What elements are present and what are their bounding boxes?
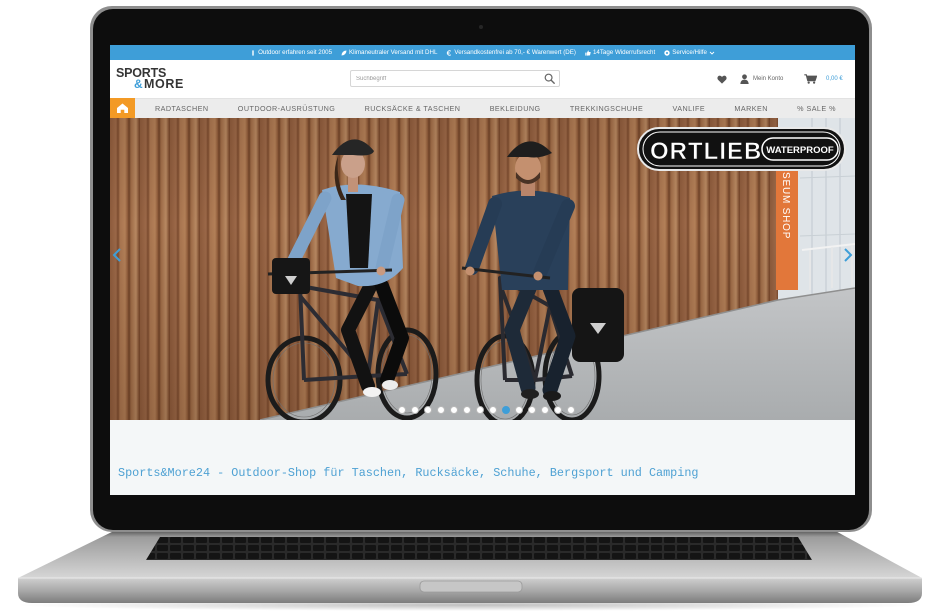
topbar: Outdoor erfahren seit 2005 Klimaneutrale… xyxy=(110,45,855,60)
topbar-item-label: Versandkostenfrei ab 70,- € Warenwert (D… xyxy=(454,49,576,56)
hero-slider[interactable]: SEUM SHOP ORTLIEB WATERPROOF xyxy=(110,118,855,420)
carousel-dot[interactable] xyxy=(424,406,432,414)
nav-item-bekleidung[interactable]: BEKLEIDUNG xyxy=(490,104,541,113)
heart-icon[interactable] xyxy=(717,75,727,84)
topbar-item-service[interactable]: Service/Hilfe xyxy=(664,49,715,56)
topbar-item-label: Outdoor erfahren seit 2005 xyxy=(258,49,333,56)
webcam xyxy=(479,25,483,29)
search-icon[interactable] xyxy=(544,73,555,84)
carousel-dot[interactable] xyxy=(437,406,445,414)
nav-item-trekkingschuhe[interactable]: TREKKINGSCHUHE xyxy=(570,104,643,113)
logo-text-more: MORE xyxy=(144,77,184,91)
carousel-dots xyxy=(398,406,575,414)
home-icon xyxy=(117,103,128,113)
search-box xyxy=(350,70,560,87)
laptop-mockup: Outdoor erfahren seit 2005 Klimaneutrale… xyxy=(0,0,941,612)
nav-item-vanlife[interactable]: VANLIFE xyxy=(673,104,706,113)
thumbs-up-icon xyxy=(585,49,591,56)
home-button[interactable] xyxy=(110,98,135,118)
carousel-dot[interactable] xyxy=(541,406,549,414)
topbar-item-shipping[interactable]: Klimaneutraler Versand mit DHL xyxy=(341,49,437,56)
carousel-dot[interactable] xyxy=(450,406,458,414)
cyclist-woman xyxy=(265,139,439,420)
nav-item-marken[interactable]: MARKEN xyxy=(734,104,767,113)
nav-item-rucksaecke-taschen[interactable]: RUCKSÄCKE & TASCHEN xyxy=(365,104,461,113)
ortlieb-waterproof: WATERPROOF xyxy=(766,145,834,156)
topbar-item-label: Service/Hilfe xyxy=(672,49,707,56)
museum-sign-text: SEUM SHOP xyxy=(780,172,791,239)
laptop-screen: Outdoor erfahren seit 2005 Klimaneutrale… xyxy=(110,45,855,495)
topbar-item-free-shipping[interactable]: Versandkostenfrei ab 70,- € Warenwert (D… xyxy=(446,49,576,56)
header: SPORTS & MORE Mein Konto 0,00 € xyxy=(110,60,855,98)
cart-icon[interactable] xyxy=(804,74,817,84)
info-icon xyxy=(252,49,254,56)
ortlieb-wordmark: ORTLIEB xyxy=(650,138,762,165)
carousel-dot[interactable] xyxy=(528,406,536,414)
topbar-item-returns[interactable]: 14Tage Widerrufsrecht xyxy=(585,49,655,56)
carousel-dot[interactable] xyxy=(567,406,575,414)
chevron-right-icon[interactable] xyxy=(843,247,853,263)
carousel-dot[interactable] xyxy=(554,406,562,414)
nav-items: RADTASCHEN OUTDOOR-AUSRÜSTUNG RUCKSÄCKE … xyxy=(155,99,836,118)
intro-section: Sports&More24 - Outdoor-Shop für Taschen… xyxy=(110,420,855,495)
account-link[interactable]: Mein Konto xyxy=(753,76,783,82)
carousel-dot[interactable] xyxy=(476,406,484,414)
topbar-item-label: Klimaneutraler Versand mit DHL xyxy=(349,49,438,56)
trackpad-notch xyxy=(419,580,523,593)
carousel-dot[interactable] xyxy=(463,406,471,414)
nav-item-outdoor-ausruestung[interactable]: OUTDOOR-AUSRÜSTUNG xyxy=(238,104,336,113)
carousel-dot[interactable] xyxy=(515,406,523,414)
carousel-dot[interactable] xyxy=(502,406,510,414)
nav-item-sale[interactable]: % SALE % xyxy=(797,104,836,113)
topbar-item-experience[interactable]: Outdoor erfahren seit 2005 xyxy=(250,49,332,56)
euro-icon xyxy=(447,49,452,56)
nav-item-radtaschen[interactable]: RADTASCHEN xyxy=(155,104,209,113)
search-input[interactable] xyxy=(351,71,546,86)
leaf-icon xyxy=(341,50,347,55)
main-navigation: RADTASCHEN OUTDOOR-AUSRÜSTUNG RUCKSÄCKE … xyxy=(110,98,855,118)
hero-image: SEUM SHOP ORTLIEB WATERPROOF xyxy=(259,118,855,420)
carousel-dot[interactable] xyxy=(398,406,406,414)
chevron-left-icon[interactable] xyxy=(112,247,122,263)
chevron-down-icon xyxy=(709,51,715,55)
cart-total[interactable]: 0,00 € xyxy=(826,76,843,82)
topbar-item-label: 14Tage Widerrufsrecht xyxy=(592,49,656,56)
ortlieb-logo: ORTLIEB WATERPROOF xyxy=(637,127,846,171)
help-icon xyxy=(664,49,670,56)
site-logo[interactable]: SPORTS & MORE xyxy=(115,66,197,94)
shop-tagline: Sports&More24 - Outdoor-Shop für Taschen… xyxy=(118,466,699,480)
carousel-dot[interactable] xyxy=(489,406,497,414)
user-icon[interactable] xyxy=(740,74,749,84)
keyboard xyxy=(146,537,812,560)
carousel-dot[interactable] xyxy=(411,406,419,414)
logo-ampersand: & xyxy=(134,77,143,91)
